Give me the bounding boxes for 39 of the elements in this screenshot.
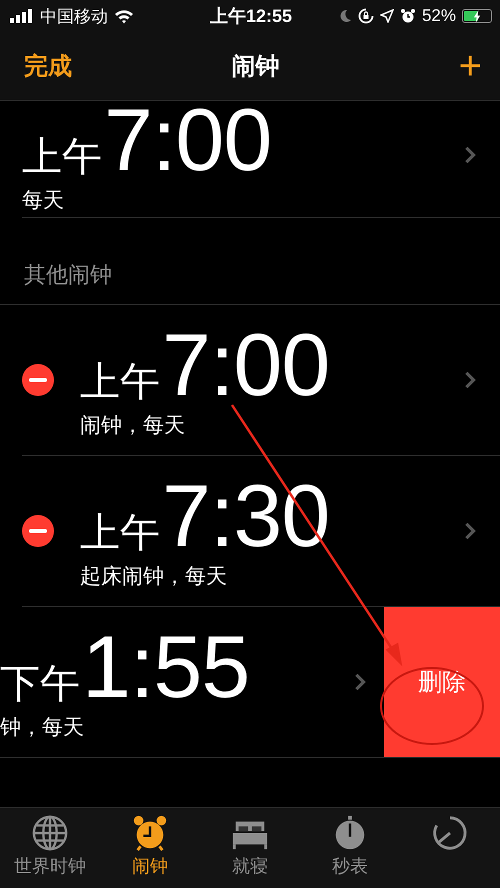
status-time: 上午12:55 — [210, 5, 292, 28]
chevron-icon — [464, 370, 476, 390]
moon-icon — [338, 9, 352, 23]
done-button[interactable]: 完成 — [24, 50, 72, 82]
screen-title: 闹钟 — [231, 52, 280, 82]
alarm-period: 上午 — [80, 359, 160, 406]
globe-icon — [31, 814, 69, 852]
alarm-label: 闹钟，每天 — [80, 413, 186, 439]
alarm-time: 1:55 — [82, 623, 250, 711]
alarm-label: 起床闹钟，每天 — [80, 564, 228, 590]
alarm-clock-icon — [400, 8, 416, 24]
signal-icon — [10, 9, 34, 23]
alarm-time: 7:00 — [162, 321, 330, 409]
battery-percent: 52% — [422, 6, 456, 26]
charging-bolt-icon — [472, 10, 482, 23]
alarm-label: 每天 — [22, 188, 65, 214]
add-button[interactable]: + — [458, 46, 482, 86]
chevron-icon — [354, 672, 366, 692]
chevron-icon — [464, 145, 476, 165]
carrier-name: 中国移动 — [40, 6, 108, 28]
rotation-lock-icon — [358, 8, 374, 24]
section-header: 其他闹钟 — [0, 218, 500, 305]
delete-button[interactable]: 删除 — [384, 607, 500, 757]
alarm-period: 上午 — [22, 134, 102, 181]
tab-item[interactable]: 秒表 — [300, 808, 400, 888]
chevron-icon — [464, 521, 476, 541]
tab-item[interactable]: 闹钟 — [100, 808, 200, 888]
wifi-icon — [114, 8, 134, 24]
alarm-period: 上午 — [80, 510, 160, 557]
alarm-time: 7:00 — [104, 101, 272, 184]
alarm-clock-icon — [131, 814, 169, 852]
tab-item[interactable]: 世界时钟 — [0, 808, 100, 888]
tab-item[interactable]: 就寝 — [200, 808, 300, 888]
location-icon — [380, 9, 394, 23]
timer-icon — [431, 814, 469, 852]
remove-button[interactable] — [22, 364, 54, 396]
alarm-period: 下午 — [0, 661, 80, 708]
remove-button[interactable] — [22, 515, 54, 547]
alarm-label: 钟，每天 — [0, 715, 85, 741]
